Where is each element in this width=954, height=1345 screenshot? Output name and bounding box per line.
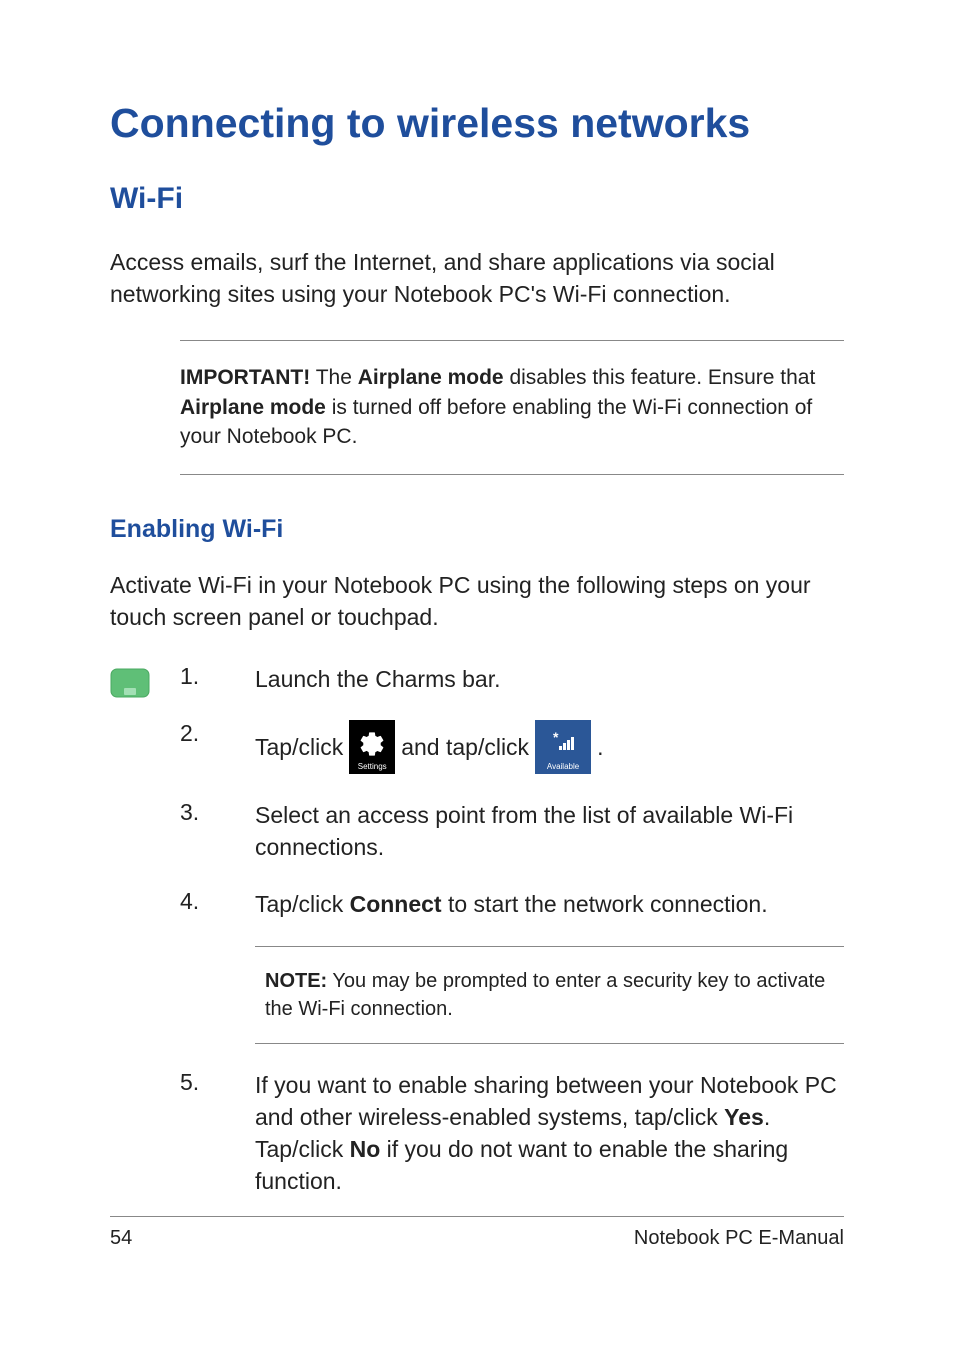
important-callout: IMPORTANT! The Airplane mode disables th… xyxy=(180,340,844,474)
page-footer: 54 Notebook PC E-Manual xyxy=(110,1216,844,1250)
step-5-bold1: Yes xyxy=(724,1104,764,1130)
step-2-number: 2. xyxy=(180,720,255,774)
step-2-text: Tap/click Settings and tap/click * xyxy=(255,720,844,774)
intro-paragraph: Access emails, surf the Internet, and sh… xyxy=(110,246,844,310)
step-1-text: Launch the Charms bar. xyxy=(255,663,844,695)
settings-icon: Settings xyxy=(349,720,395,774)
step-2-text-c: . xyxy=(597,731,603,763)
note-callout: NOTE: You may be prompted to enter a sec… xyxy=(255,946,844,1044)
step-5: 5. If you want to enable sharing between… xyxy=(180,1069,844,1198)
important-part2: disables this feature. Ensure that xyxy=(504,366,816,389)
important-bold2: Airplane mode xyxy=(180,396,326,419)
step-3: 3. Select an access point from the list … xyxy=(180,799,844,863)
available-icon: * Available xyxy=(535,720,591,774)
step-1: 1. Launch the Charms bar. xyxy=(180,663,844,695)
step-2-text-a: Tap/click xyxy=(255,731,343,763)
step-2: 2. Tap/click Settings and tap/click * xyxy=(180,720,844,774)
step-5-number: 5. xyxy=(180,1069,255,1198)
important-part1: The xyxy=(310,366,357,389)
important-text: IMPORTANT! The Airplane mode disables th… xyxy=(180,363,844,451)
important-bold1: Airplane mode xyxy=(358,366,504,389)
step-4-number: 4. xyxy=(180,888,255,920)
steps-list: 1. Launch the Charms bar. 2. Tap/click S… xyxy=(180,663,844,1223)
important-label: IMPORTANT! xyxy=(180,366,310,389)
step-5-text: If you want to enable sharing between yo… xyxy=(255,1069,844,1198)
step-4-text-b: to start the network connection. xyxy=(442,891,768,917)
settings-label: Settings xyxy=(349,761,395,772)
step-2-text-b: and tap/click xyxy=(401,731,529,763)
touchpad-icon xyxy=(110,668,150,1223)
step-4-text-a: Tap/click xyxy=(255,891,350,917)
step-3-number: 3. xyxy=(180,799,255,863)
step-5-bold2: No xyxy=(350,1136,381,1162)
subsection-heading: Enabling Wi-Fi xyxy=(110,515,844,544)
section-heading-wifi: Wi-Fi xyxy=(110,182,844,216)
steps-container: 1. Launch the Charms bar. 2. Tap/click S… xyxy=(110,663,844,1223)
page-number: 54 xyxy=(110,1227,132,1250)
note-body: You may be prompted to enter a security … xyxy=(265,970,825,1020)
step-4-text: Tap/click Connect to start the network c… xyxy=(255,888,844,920)
step-1-number: 1. xyxy=(180,663,255,695)
step-4-bold: Connect xyxy=(350,891,442,917)
main-title: Connecting to wireless networks xyxy=(110,100,844,147)
svg-text:*: * xyxy=(553,730,559,745)
note-label: NOTE: xyxy=(265,970,327,992)
available-label: Available xyxy=(535,761,591,772)
footer-doc-title: Notebook PC E-Manual xyxy=(634,1227,844,1250)
subsection-intro: Activate Wi-Fi in your Notebook PC using… xyxy=(110,569,844,633)
step-4: 4. Tap/click Connect to start the networ… xyxy=(180,888,844,920)
note-text: NOTE: You may be prompted to enter a sec… xyxy=(265,967,834,1023)
step-3-text: Select an access point from the list of … xyxy=(255,799,844,863)
